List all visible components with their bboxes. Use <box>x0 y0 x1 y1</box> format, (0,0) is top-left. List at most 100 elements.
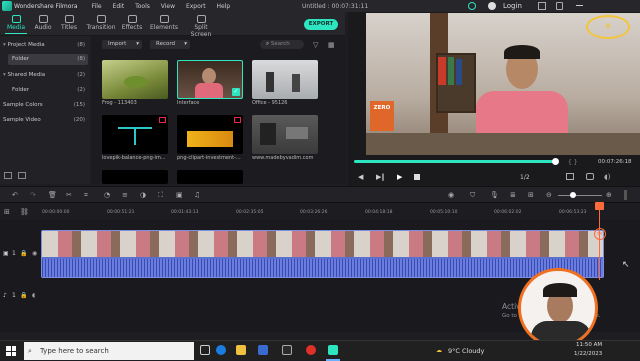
import-dropdown[interactable]: Import ▾ <box>102 40 142 49</box>
playhead-line[interactable] <box>599 204 600 280</box>
store-icon[interactable] <box>258 345 268 355</box>
playhead-handle[interactable] <box>595 202 604 210</box>
task-view-icon[interactable] <box>200 345 210 355</box>
tab-elements[interactable]: Elements <box>147 15 181 31</box>
taskbar-search-input[interactable]: ⌕ Type here to search <box>24 342 194 360</box>
edge-icon[interactable] <box>216 345 226 355</box>
media-thumb-item-8[interactable] <box>177 170 243 184</box>
media-thumb-madebyvadim[interactable] <box>252 115 318 154</box>
menu-file[interactable]: File <box>92 3 102 10</box>
minimize-icon[interactable] <box>576 5 583 6</box>
sidebar-item-sample-video[interactable]: Sample Video (20) <box>0 115 90 126</box>
sidebar-item-sample-colors[interactable]: Sample Colors (15) <box>0 100 90 111</box>
new-folder-icon[interactable] <box>4 172 12 179</box>
tab-titles[interactable]: Titles <box>54 15 84 31</box>
file-explorer-icon[interactable] <box>236 345 246 355</box>
sidebar-item-project-media[interactable]: ▾ Project Media (8) <box>0 40 90 51</box>
tab-label: Titles <box>61 24 77 31</box>
speaker-icon[interactable]: ◖ <box>32 292 35 299</box>
snap-icon[interactable]: ⊞ <box>528 191 534 199</box>
audio-mixer-icon[interactable]: ♫ <box>194 191 200 199</box>
color-icon[interactable]: ◑ <box>140 191 146 199</box>
zoom-slider[interactable] <box>558 195 602 196</box>
prev-frame-icon[interactable]: ◀ <box>358 173 363 181</box>
preview-quality-select[interactable]: 1/2 <box>520 174 530 181</box>
volume-icon[interactable]: ◖) <box>604 173 610 181</box>
media-thumb-interface-selected[interactable]: ✓ <box>177 60 243 99</box>
media-thumb-office[interactable] <box>252 60 318 99</box>
tab-transition[interactable]: Transition <box>84 15 118 31</box>
render-icon[interactable]: ◉ <box>448 191 454 199</box>
zoom-slider-handle[interactable] <box>570 192 576 198</box>
media-sidebar: ▾ Project Media (8) Folder (8) ▾ Shared Me… <box>0 36 90 184</box>
media-thumb-frog[interactable] <box>102 60 168 99</box>
record-dropdown[interactable]: Record ▾ <box>150 40 190 49</box>
object-1 <box>260 123 276 145</box>
split-scissors-icon[interactable]: ✂ <box>594 228 606 240</box>
green-screen-icon[interactable]: ▣ <box>176 191 183 199</box>
zoom-in-icon[interactable]: ⊕ <box>606 191 612 199</box>
sidebar-item-folder-selected[interactable]: Folder (8) <box>8 54 88 65</box>
menu-export[interactable]: Export <box>186 3 206 10</box>
windows-start-icon[interactable] <box>6 346 16 356</box>
zoom-fit-icon[interactable]: ⛶ <box>158 191 163 200</box>
speed-icon[interactable]: ◔ <box>104 191 110 199</box>
delete-icon[interactable]: 🗑 <box>48 191 57 199</box>
play-back-icon[interactable]: ▶‖ <box>376 173 385 181</box>
weather-text[interactable]: 9°C Cloudy <box>448 347 484 355</box>
filmora-taskbar-icon[interactable] <box>328 345 338 355</box>
preview-progress-bar[interactable] <box>354 160 554 163</box>
timeline-ruler[interactable]: ⊞ ⛓ 00:00:00:00 00:00:51:21 00:01:43:13 … <box>0 203 640 220</box>
tab-split-screen[interactable]: Split Screen <box>184 15 218 38</box>
eye-icon[interactable]: ◉ <box>32 250 37 257</box>
mail-icon[interactable] <box>538 2 546 10</box>
lock-icon[interactable]: 🔒 <box>20 250 27 257</box>
menu-tools[interactable]: Tools <box>135 3 150 10</box>
link-icon[interactable]: ⛓ <box>20 208 29 216</box>
tab-effects[interactable]: Effects <box>117 15 147 31</box>
opera-icon[interactable] <box>306 345 316 355</box>
fullscreen-icon[interactable] <box>566 173 574 180</box>
add-track-icon[interactable]: ⊞ <box>4 208 10 216</box>
audio-waveform <box>42 259 603 277</box>
check-icon: ✓ <box>232 88 240 96</box>
sidebar-item-shared-folder[interactable]: Folder (2) <box>0 85 90 96</box>
clock-time[interactable]: 11:50 AM <box>576 342 602 348</box>
audio-lock-icon[interactable]: 🔒 <box>20 292 27 299</box>
menu-view[interactable]: View <box>161 3 175 10</box>
filter-icon[interactable]: ▽ <box>313 41 318 49</box>
download-icon[interactable] <box>556 2 563 10</box>
zoom-out-icon[interactable]: ⊖ <box>546 191 552 199</box>
sync-icon[interactable] <box>468 2 476 10</box>
mic-icon[interactable]: 🎙 <box>490 191 499 199</box>
menu-help[interactable]: Help <box>217 3 231 10</box>
preview-scrubber-handle[interactable] <box>552 158 559 165</box>
adjust-icon[interactable]: ≡ <box>122 191 128 199</box>
undo-icon[interactable]: ↶ <box>12 191 18 199</box>
app-icon[interactable] <box>282 345 292 355</box>
export-button[interactable]: EXPORT <box>304 19 338 30</box>
mark-in-out-icon[interactable]: { } <box>568 159 578 166</box>
grid-view-icon[interactable]: ▦ <box>328 41 335 49</box>
clock-date[interactable]: 1/22/2023 <box>574 351 602 357</box>
search-input[interactable]: ⌕ Search <box>260 40 304 49</box>
cut-icon[interactable]: ✂ <box>66 191 72 199</box>
stop-icon[interactable] <box>414 174 420 180</box>
sidebar-item-shared-media[interactable]: ▾ Shared Media (2) <box>0 70 90 81</box>
media-thumb-investment[interactable] <box>177 115 243 154</box>
redo-icon[interactable]: ↷ <box>30 191 36 199</box>
project-title: Untitled : 00:07:31:11 <box>302 2 369 10</box>
marker-icon[interactable]: ⛉ <box>470 191 475 200</box>
account-icon[interactable] <box>488 2 496 10</box>
voiceover-icon[interactable]: ≣ <box>510 191 516 199</box>
tab-media[interactable]: Media <box>1 15 31 34</box>
crop-icon[interactable]: ⌗ <box>84 191 88 200</box>
folder-icon[interactable] <box>18 172 26 179</box>
play-icon[interactable]: ▶ <box>397 173 402 181</box>
video-clip[interactable] <box>41 230 604 278</box>
menu-edit[interactable]: Edit <box>113 3 125 10</box>
snapshot-icon[interactable] <box>586 173 594 180</box>
media-thumb-balance[interactable] <box>102 115 168 154</box>
login-button[interactable]: Login <box>503 2 522 10</box>
media-thumb-chart[interactable] <box>102 170 168 184</box>
